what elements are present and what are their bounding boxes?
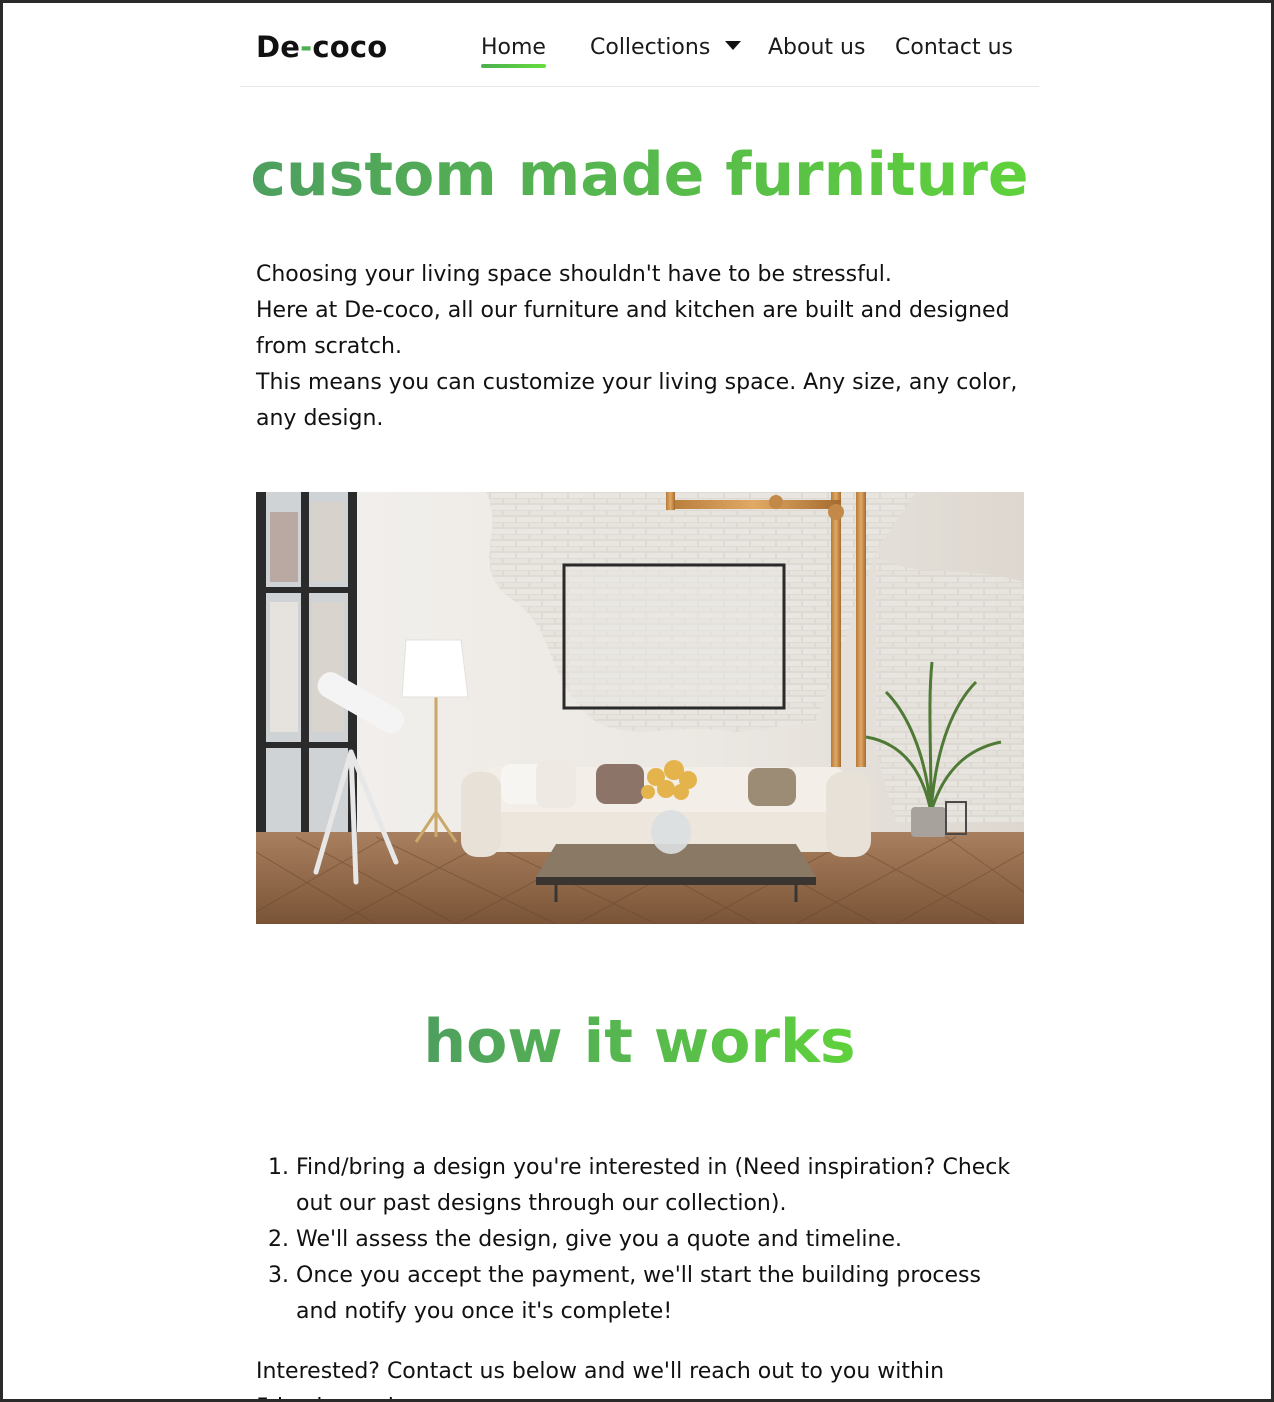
logo[interactable]: De-coco <box>256 29 387 65</box>
nav-contact-link[interactable]: Contact us <box>895 33 1013 63</box>
nav-home-link[interactable]: Home <box>481 33 546 68</box>
intro-text: Choosing your living space shouldn't hav… <box>256 257 1024 437</box>
intro-paragraph: Here at De-coco, all our furniture and k… <box>256 298 1010 359</box>
nav-collections-link[interactable]: Collections <box>590 33 710 63</box>
hero-title: custom made furniture <box>240 139 1039 211</box>
browser-viewport: De-coco Home Collections About us Contac… <box>0 0 1274 1402</box>
hero-title-text: custom made furniture <box>250 140 1029 210</box>
navbar: De-coco Home Collections About us Contac… <box>240 3 1039 87</box>
active-indicator <box>481 64 546 68</box>
logo-prefix: De <box>256 30 301 64</box>
list-item: Once you accept the payment, we'll start… <box>296 1258 1024 1330</box>
logo-suffix: coco <box>312 30 388 64</box>
list-item: Find/bring a design you're interested in… <box>296 1150 1024 1222</box>
list-item: We'll assess the design, give you a quot… <box>296 1222 1024 1258</box>
page-container: De-coco Home Collections About us Contac… <box>240 3 1039 1399</box>
steps-list: Find/bring a design you're interested in… <box>256 1150 1024 1330</box>
living-room-photo <box>256 492 1024 924</box>
intro-paragraph: Choosing your living space shouldn't hav… <box>256 262 892 287</box>
logo-dash: - <box>300 30 313 64</box>
nav-about-link[interactable]: About us <box>768 33 865 63</box>
chevron-down-icon[interactable] <box>725 41 741 50</box>
intro-paragraph: This means you can customize your living… <box>256 370 1018 431</box>
nav-home-label: Home <box>481 35 546 60</box>
contact-cta-text: Interested? Contact us below and we'll r… <box>256 1359 945 1399</box>
how-it-works-title: how it works <box>240 1006 1039 1078</box>
how-it-works-title-text: how it works <box>423 1007 856 1077</box>
